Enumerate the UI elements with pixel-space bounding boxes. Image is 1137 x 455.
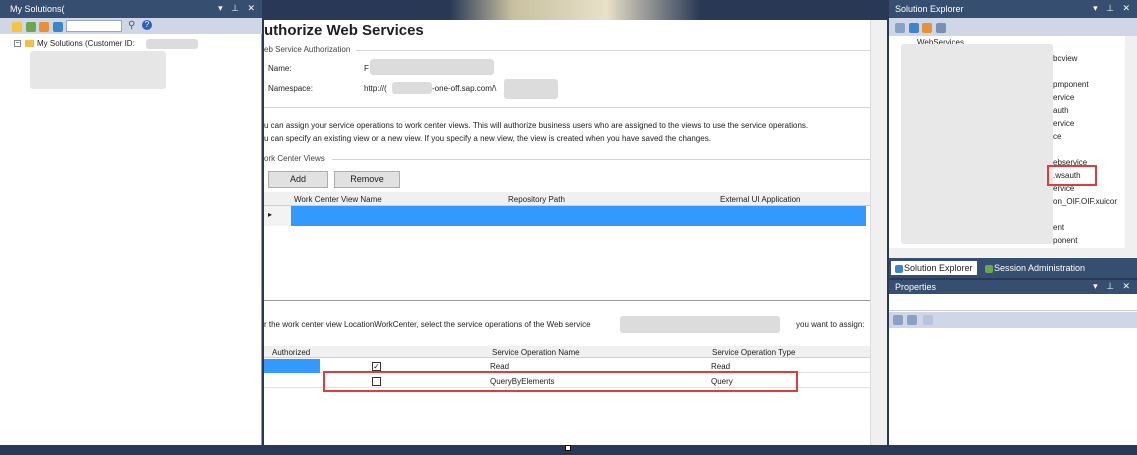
my-solutions-tree: − My Solutions (Customer ID:: [0, 34, 262, 445]
tree-item[interactable]: ent: [1053, 223, 1064, 233]
web-service-redacted: [620, 316, 780, 333]
tree-item[interactable]: ervice: [1053, 119, 1074, 129]
tree-item[interactable]: ce: [1053, 132, 1061, 142]
toolbar-icons: [895, 22, 947, 33]
remove-button[interactable]: Remove: [334, 171, 400, 188]
tree-item[interactable]: pmponent: [1053, 80, 1089, 90]
vertical-scrollbar[interactable]: [870, 20, 887, 445]
resize-handle[interactable]: [565, 445, 571, 451]
solution-explorer-panel: Solution Explorer ▾ ⊥ ✕ WebServices bcvi…: [889, 0, 1137, 278]
name-label: Name:: [268, 64, 292, 73]
authorized-checkbox[interactable]: ✓: [372, 362, 381, 371]
namespace-prefix: http://(: [364, 84, 387, 93]
tree-item[interactable]: ponent: [1053, 236, 1077, 246]
my-solutions-toolbar: ⚲ ?: [0, 18, 262, 34]
new-solution-icon[interactable]: [12, 21, 22, 32]
horizontal-scrollbar[interactable]: [889, 248, 1137, 258]
ops-prompt: r the work center view LocationWorkCente…: [264, 320, 591, 329]
vertical-scrollbar[interactable]: [1125, 36, 1137, 248]
tab-solution-explorer[interactable]: Solution Explorer: [891, 261, 977, 275]
alphabetical-icon[interactable]: [907, 315, 917, 325]
column-header[interactable]: External UI Application: [720, 194, 801, 205]
namespace-suffix: -one-off.sap.com/\: [432, 84, 497, 93]
tree-item[interactable]: auth: [1053, 106, 1069, 116]
tree-root-label[interactable]: My Solutions (Customer ID:: [37, 39, 135, 49]
divider: [356, 50, 870, 51]
section-auth-title: eb Service Authorization: [264, 45, 351, 54]
divider: [332, 159, 870, 160]
namespace-tail-redacted: [504, 79, 558, 99]
column-header[interactable]: Repository Path: [508, 194, 565, 205]
solution-explorer-toolbar: [889, 18, 1137, 36]
properties-object-selector[interactable]: [889, 295, 1137, 311]
views-grid-header: Work Center View Name Repository Path Ex…: [264, 192, 870, 206]
divider: [264, 107, 870, 108]
refresh-icon[interactable]: [52, 21, 63, 32]
help-icon[interactable]: ?: [142, 20, 152, 30]
row-selection-marker: [264, 359, 320, 373]
refresh-icon[interactable]: [908, 22, 919, 33]
tree-item[interactable]: bcview: [1053, 54, 1077, 64]
namespace-redacted: [392, 82, 432, 94]
explorer-tab-strip: Solution Explorer Session Administration: [889, 258, 1137, 278]
toolbar-icons: [12, 21, 64, 32]
properties-toolbar: [889, 312, 1137, 328]
ops-grid-header: Authorized Service Operation Name Servic…: [264, 346, 870, 358]
search-icon[interactable]: [935, 22, 946, 33]
info-line-2: u can specify an existing view or a new …: [264, 134, 711, 143]
search-input[interactable]: [66, 20, 122, 32]
top-gradient-bar: [262, 0, 888, 20]
my-solutions-titlebar: My Solutions( ▾ ⊥ ✕: [0, 0, 262, 18]
page-title: uthorize Web Services: [264, 22, 424, 39]
authorize-document: uthorize Web Services ⌃ eb Service Autho…: [264, 20, 887, 445]
solution-explorer-title: Solution Explorer: [895, 4, 964, 14]
highlight-box: [323, 371, 798, 392]
my-solutions-panel: My Solutions( ▾ ⊥ ✕ ⚲ ? − My Solutions (…: [0, 0, 262, 445]
properties-icon[interactable]: [895, 22, 905, 33]
add-icon[interactable]: [25, 21, 36, 32]
categorized-icon[interactable]: [893, 315, 903, 325]
my-solutions-title: My Solutions(: [10, 4, 65, 14]
add-button[interactable]: Add: [268, 171, 328, 188]
tree-collapse-icon[interactable]: −: [14, 40, 21, 47]
properties-title: Properties: [895, 282, 937, 292]
section-views-title: ork Center Views: [264, 154, 325, 163]
panel-pin-controls[interactable]: ▾ ⊥ ✕: [1093, 281, 1133, 292]
column-header[interactable]: Service Operation Type: [712, 347, 795, 358]
tree-item[interactable]: ervice: [1053, 93, 1074, 103]
tab-label: Session Administration: [994, 263, 1086, 273]
folder-icon: [25, 40, 34, 47]
tree-redacted: [901, 44, 1053, 244]
panel-pin-controls[interactable]: ▾ ⊥ ✕: [1093, 3, 1133, 14]
name-value: F: [364, 64, 369, 73]
highlight-box: [1047, 165, 1097, 186]
divider: [264, 300, 870, 301]
views-grid-row-indicator: ▸: [264, 206, 291, 226]
views-grid-selected-row[interactable]: A: [291, 206, 872, 226]
namespace-label: Namespace:: [268, 84, 313, 93]
customer-id-redacted: [146, 39, 198, 49]
explorer-icon: [895, 264, 903, 273]
info-line-1: u can assign your service operations to …: [264, 121, 809, 130]
search-icon[interactable]: ⚲: [128, 20, 135, 31]
tree-child-redacted: [30, 51, 166, 89]
properties-panel: Properties ▾ ⊥ ✕: [889, 280, 1137, 445]
column-header[interactable]: Service Operation Name: [492, 347, 580, 358]
solution-tree: WebServices bcview pmponent ervice auth …: [889, 36, 1137, 248]
property-pages-icon[interactable]: [923, 315, 933, 325]
solution-explorer-titlebar: Solution Explorer ▾ ⊥ ✕: [889, 0, 1137, 18]
tab-session-administration[interactable]: Session Administration: [985, 261, 1085, 275]
column-header[interactable]: Work Center View Name: [294, 194, 382, 205]
session-icon: [985, 264, 993, 273]
tree-item[interactable]: on_OIF.OIF.xuicor: [1053, 197, 1117, 207]
properties-titlebar: Properties ▾ ⊥ ✕: [889, 280, 1137, 294]
column-header[interactable]: Authorized: [272, 347, 310, 358]
ops-prompt-end: you want to assign:: [796, 320, 865, 329]
open-icon[interactable]: [39, 21, 50, 32]
panel-pin-controls[interactable]: ▾ ⊥ ✕: [218, 3, 258, 14]
name-redacted: [370, 59, 494, 75]
tab-label: Solution Explorer: [904, 263, 973, 273]
view-icon[interactable]: [922, 22, 933, 33]
